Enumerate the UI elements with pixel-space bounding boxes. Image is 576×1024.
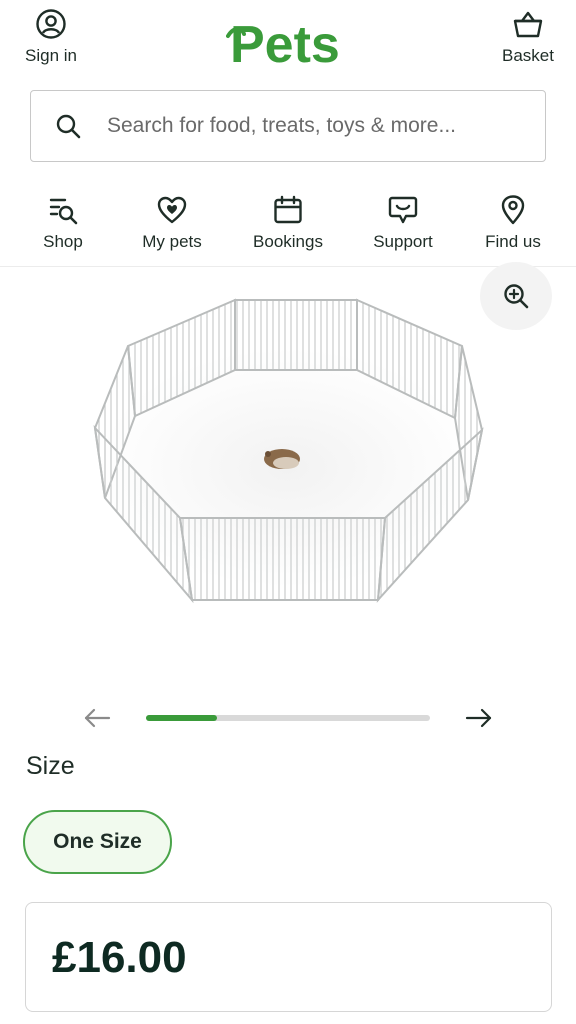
size-heading: Size — [26, 752, 75, 780]
pets-logo[interactable]: Pets — [226, 14, 352, 75]
arrow-left-icon[interactable] — [82, 706, 112, 730]
price-card: £16.00 — [25, 902, 552, 1012]
quick-nav: Shop My pets Bookings Support Find us — [0, 194, 576, 264]
logo-text: Pets — [230, 16, 340, 70]
nav-item-label: My pets — [142, 232, 202, 251]
nav-item-my-pets[interactable]: My pets — [136, 194, 208, 252]
user-icon — [36, 9, 66, 39]
price: £16.00 — [52, 933, 187, 982]
size-option-one-size[interactable]: One Size — [23, 810, 172, 874]
nav-item-label: Find us — [485, 232, 541, 251]
product-image[interactable] — [0, 268, 576, 688]
search-icon — [56, 114, 81, 139]
search-input[interactable] — [107, 114, 527, 138]
zoom-button[interactable] — [480, 262, 552, 330]
search-bar[interactable] — [30, 90, 546, 162]
nav-divider — [0, 266, 576, 267]
sign-in-button[interactable]: Sign in — [22, 8, 80, 66]
header: Sign in Pets Basket — [0, 0, 576, 84]
arrow-right-icon[interactable] — [464, 706, 494, 730]
basket-icon — [513, 11, 543, 38]
basket-label: Basket — [502, 46, 554, 65]
heart-paw-icon — [157, 196, 187, 224]
playpen-image — [93, 298, 484, 604]
sign-in-label: Sign in — [25, 46, 77, 65]
nav-item-label: Shop — [43, 232, 83, 251]
basket-button[interactable]: Basket — [500, 8, 556, 66]
carousel-progress-fill — [146, 715, 217, 721]
location-pin-icon — [501, 195, 525, 225]
carousel-progress-track — [146, 715, 430, 721]
nav-item-find-us[interactable]: Find us — [480, 194, 546, 252]
nav-item-support[interactable]: Support — [366, 194, 440, 252]
nav-item-label: Support — [373, 232, 433, 251]
zoom-in-icon — [504, 284, 529, 309]
nav-item-bookings[interactable]: Bookings — [248, 194, 328, 252]
chat-bubble-icon — [388, 196, 418, 224]
calendar-icon — [274, 195, 302, 224]
image-carousel-controls — [0, 704, 576, 732]
shop-search-icon — [49, 198, 78, 225]
product-page: Sign in Pets Basket Search for food, tre… — [0, 0, 576, 1024]
nav-item-shop[interactable]: Shop — [38, 194, 88, 252]
nav-item-label: Bookings — [253, 232, 323, 251]
